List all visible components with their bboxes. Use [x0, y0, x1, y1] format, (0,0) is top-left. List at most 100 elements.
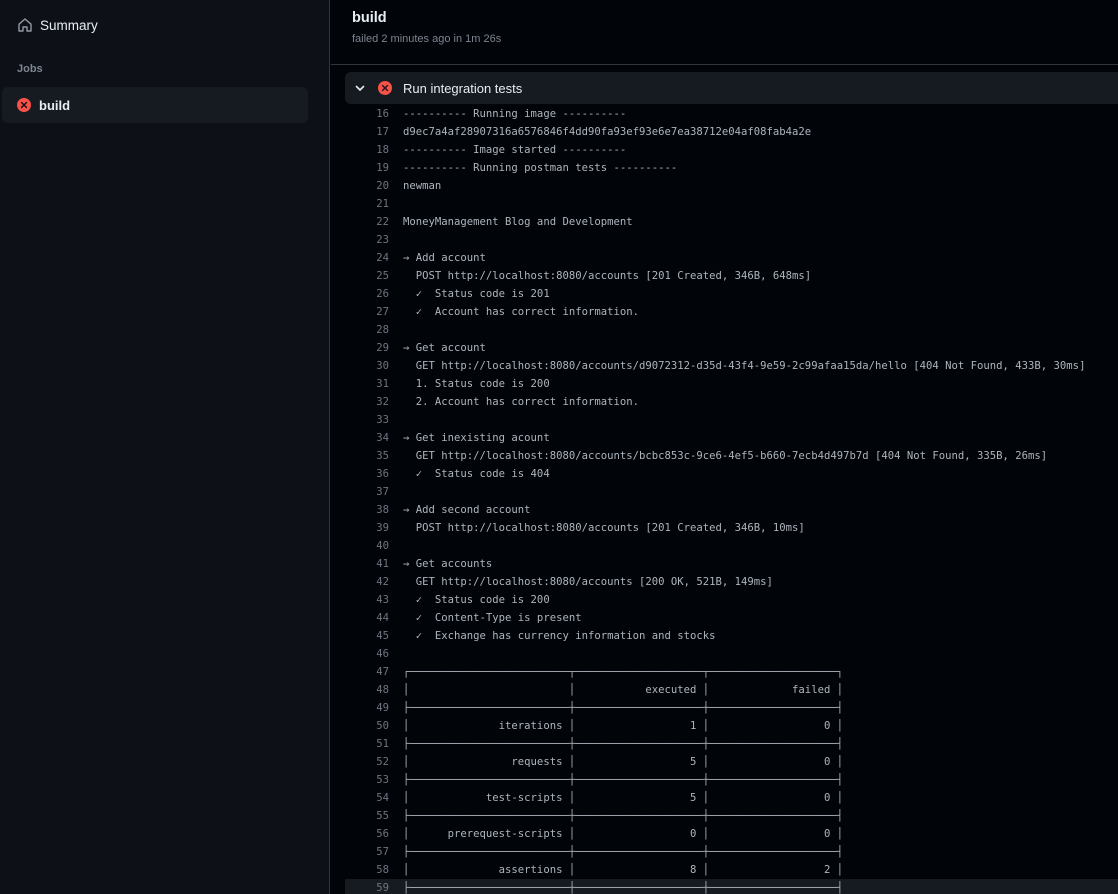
summary-link[interactable]: Summary: [8, 10, 308, 40]
line-number[interactable]: 42: [345, 573, 389, 591]
line-number[interactable]: 49: [345, 699, 389, 717]
line-number[interactable]: 24: [345, 249, 389, 267]
log-line: 18 ---------- Image started ----------: [345, 141, 1118, 159]
log-line: 20 newman: [345, 177, 1118, 195]
line-number[interactable]: 53: [345, 771, 389, 789]
line-number[interactable]: 17: [345, 123, 389, 141]
line-number[interactable]: 28: [345, 321, 389, 339]
log-line: 42 GET http://localhost:8080/accounts [2…: [345, 573, 1118, 591]
line-number[interactable]: 43: [345, 591, 389, 609]
line-number[interactable]: 21: [345, 195, 389, 213]
log-text: d9ec7a4af28907316a6576846f4dd90fa93ef93e…: [403, 126, 812, 138]
line-number[interactable]: 39: [345, 519, 389, 537]
line-number[interactable]: 47: [345, 663, 389, 681]
log-text: │ prerequest-scripts │ 0 │ 0 │: [403, 828, 844, 840]
log-text: │ │ executed │ failed │: [403, 684, 844, 696]
line-number[interactable]: 20: [345, 177, 389, 195]
job-item-build[interactable]: build: [2, 87, 308, 123]
line-number[interactable]: 22: [345, 213, 389, 231]
log-line: 49 ├─────────────────────────┼───────────…: [345, 699, 1118, 717]
log-text: MoneyManagement Blog and Development: [403, 216, 633, 228]
line-number[interactable]: 33: [345, 411, 389, 429]
log-line: 28: [345, 321, 1118, 339]
line-number[interactable]: 41: [345, 555, 389, 573]
line-number[interactable]: 34: [345, 429, 389, 447]
line-number[interactable]: 59: [345, 879, 389, 894]
log-line: 23: [345, 231, 1118, 249]
line-number[interactable]: 23: [345, 231, 389, 249]
log-line: 38 → Add second account: [345, 501, 1118, 519]
log-line: 59 ├─────────────────────────┼───────────…: [345, 879, 1118, 894]
line-number[interactable]: 44: [345, 609, 389, 627]
x-circle-icon: [17, 98, 31, 112]
log-text: → Get account: [403, 342, 486, 354]
line-number[interactable]: 58: [345, 861, 389, 879]
line-number[interactable]: 32: [345, 393, 389, 411]
line-number[interactable]: 29: [345, 339, 389, 357]
line-number[interactable]: 57: [345, 843, 389, 861]
log-line: 48 │ │ executed │ failed │: [345, 681, 1118, 699]
log-text: POST http://localhost:8080/accounts [201…: [403, 522, 805, 534]
main-panel: build failed 2 minutes ago in 1m 26s Run…: [331, 0, 1118, 894]
line-number[interactable]: 50: [345, 717, 389, 735]
log-line: 50 │ iterations │ 1 │ 0 │: [345, 717, 1118, 735]
log-line: 56 │ prerequest-scripts │ 0 │ 0 │: [345, 825, 1118, 843]
line-number[interactable]: 52: [345, 753, 389, 771]
line-number[interactable]: 55: [345, 807, 389, 825]
log-text: ✓ Status code is 404: [403, 468, 550, 480]
line-number[interactable]: 27: [345, 303, 389, 321]
log-text: │ iterations │ 1 │ 0 │: [403, 720, 844, 732]
log-text: ---------- Running postman tests -------…: [403, 162, 678, 174]
sidebar: Summary Jobs build: [0, 0, 330, 894]
log-line: 17 d9ec7a4af28907316a6576846f4dd90fa93ef9…: [345, 123, 1118, 141]
line-number[interactable]: 30: [345, 357, 389, 375]
log-line: 26 ✓ Status code is 201: [345, 285, 1118, 303]
log-line: 30 GET http://localhost:8080/accounts/d9…: [345, 357, 1118, 375]
step-run-integration-tests[interactable]: Run integration tests: [345, 72, 1118, 104]
log-text: ├─────────────────────────┼─────────────…: [403, 738, 844, 750]
log-line: 55 ├─────────────────────────┼───────────…: [345, 807, 1118, 825]
line-number[interactable]: 40: [345, 537, 389, 555]
log-text: ├─────────────────────────┼─────────────…: [403, 702, 844, 714]
line-number[interactable]: 51: [345, 735, 389, 753]
line-number[interactable]: 26: [345, 285, 389, 303]
line-number[interactable]: 31: [345, 375, 389, 393]
log-line: 52 │ requests │ 5 │ 0 │: [345, 753, 1118, 771]
home-icon: [18, 18, 32, 32]
log-text: → Get inexisting acount: [403, 432, 550, 444]
x-circle-icon: [378, 81, 392, 95]
log-text: → Add second account: [403, 504, 531, 516]
log-line: 29 → Get account: [345, 339, 1118, 357]
log-text: 2. Account has correct information.: [403, 396, 639, 408]
log-text: ├─────────────────────────┼─────────────…: [403, 810, 844, 822]
line-number[interactable]: 16: [345, 105, 389, 123]
line-number[interactable]: 38: [345, 501, 389, 519]
log-line: 40: [345, 537, 1118, 555]
log-text: ✓ Content-Type is present: [403, 612, 582, 624]
line-number[interactable]: 25: [345, 267, 389, 285]
line-number[interactable]: 45: [345, 627, 389, 645]
log-line: 43 ✓ Status code is 200: [345, 591, 1118, 609]
line-number[interactable]: 35: [345, 447, 389, 465]
log-line: 27 ✓ Account has correct information.: [345, 303, 1118, 321]
line-number[interactable]: 56: [345, 825, 389, 843]
line-number[interactable]: 36: [345, 465, 389, 483]
line-number[interactable]: 19: [345, 159, 389, 177]
line-number[interactable]: 18: [345, 141, 389, 159]
log-text: GET http://localhost:8080/accounts/d9072…: [403, 360, 1086, 372]
log-text: │ test-scripts │ 5 │ 0 │: [403, 792, 844, 804]
line-number[interactable]: 37: [345, 483, 389, 501]
log-text: GET http://localhost:8080/accounts/bcbc8…: [403, 450, 1048, 462]
line-number[interactable]: 48: [345, 681, 389, 699]
line-number[interactable]: 54: [345, 789, 389, 807]
log-line: 57 ├─────────────────────────┼───────────…: [345, 843, 1118, 861]
job-header: build failed 2 minutes ago in 1m 26s: [331, 0, 1118, 65]
step-label: Run integration tests: [403, 80, 523, 96]
log-line: 54 │ test-scripts │ 5 │ 0 │: [345, 789, 1118, 807]
log-line: 58 │ assertions │ 8 │ 2 │: [345, 861, 1118, 879]
log-line: 19 ---------- Running postman tests -----…: [345, 159, 1118, 177]
line-number[interactable]: 46: [345, 645, 389, 663]
